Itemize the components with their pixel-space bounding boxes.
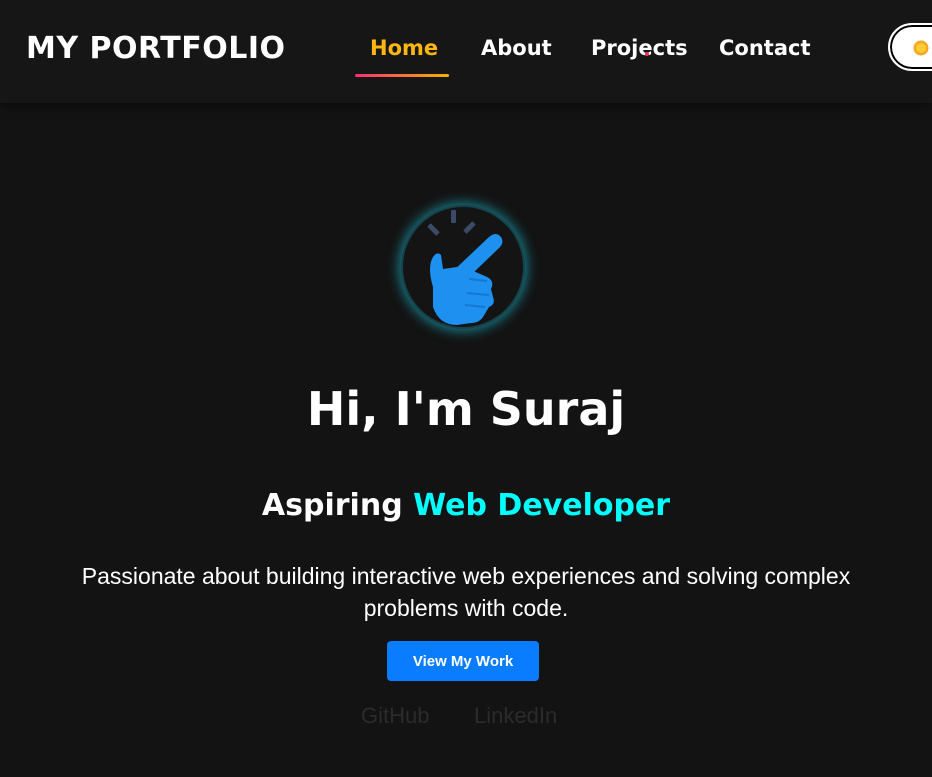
theme-toggle[interactable] [888, 23, 932, 71]
avatar [401, 205, 525, 329]
hero-subtitle: Aspiring Web Developer [0, 488, 932, 523]
active-nav-indicator [355, 74, 449, 77]
nav-link-contact[interactable]: Contact [719, 36, 811, 60]
nav-link-about[interactable]: About [481, 36, 552, 60]
view-my-work-button[interactable]: View My Work [387, 641, 539, 681]
linkedin-link[interactable]: LinkedIn [474, 703, 557, 729]
navbar: MY PORTFOLIO Home About Projects Contact [0, 0, 932, 103]
hero-subtitle-highlight: Web Developer [413, 488, 671, 523]
brand-logo[interactable]: MY PORTFOLIO [26, 31, 286, 66]
nav-link-projects[interactable]: Projects [591, 36, 688, 60]
sun-icon [913, 40, 929, 56]
nav-decoration-dot [645, 52, 649, 56]
hero-subtitle-prefix: Aspiring [261, 488, 403, 523]
hero-description: Passionate about building interactive we… [81, 563, 851, 621]
pointing-hand-icon [427, 210, 503, 325]
github-link[interactable]: GitHub [361, 703, 429, 729]
hero-title: Hi, I'm Suraj [306, 382, 626, 436]
nav-link-home[interactable]: Home [370, 36, 438, 60]
